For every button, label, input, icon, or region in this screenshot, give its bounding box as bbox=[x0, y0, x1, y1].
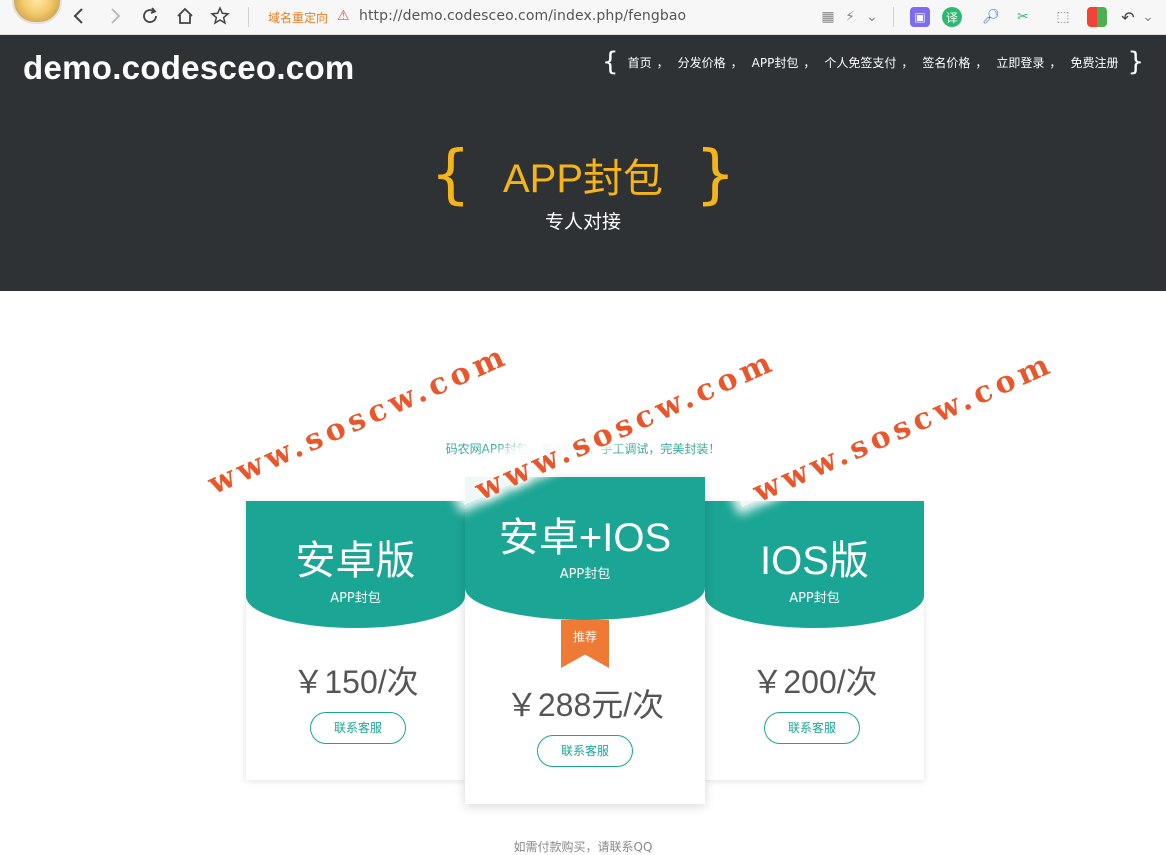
nav-brace-close: } bbox=[1127, 47, 1144, 77]
hero-title: APP封包 bbox=[502, 157, 664, 201]
watermark-backdrop bbox=[730, 370, 989, 508]
footer-contact-text: 如需付款购买，请联系QQ bbox=[513, 840, 653, 854]
translate-icon[interactable]: 译 bbox=[942, 7, 962, 27]
card-subtitle: APP封包 bbox=[330, 591, 381, 606]
contact-support-button[interactable]: 联系客服 bbox=[537, 735, 633, 767]
card-price: ￥200/次 bbox=[751, 664, 878, 700]
watermark-backdrop bbox=[182, 368, 441, 506]
nav-separator: ， bbox=[901, 55, 914, 70]
card-price: ￥150/次 bbox=[292, 664, 419, 700]
nav-item-personal-payment[interactable]: 个人免签支付 bbox=[824, 54, 896, 71]
site-header: demo.codesceo.com { 首页 ， 分发价格 ， APP封包 ， 个人免… bbox=[0, 35, 1166, 291]
hero-title-row: { APP封包 } bbox=[0, 140, 1166, 210]
qr-code-icon[interactable]: ▦ bbox=[818, 7, 838, 27]
nav-separator: ， bbox=[1049, 55, 1062, 70]
screenshot-icon[interactable]: ⬚ bbox=[1053, 7, 1073, 27]
nav-separator: ， bbox=[975, 55, 988, 70]
nav-separator: ， bbox=[656, 55, 669, 70]
toolbar-divider bbox=[248, 7, 249, 27]
card-price: ￥288元/次 bbox=[505, 687, 665, 723]
extension-icon[interactable]: ▣ bbox=[910, 7, 930, 27]
main-nav: { 首页 ， 分发价格 ， APP封包 ， 个人免签支付 ， 签名价格 ， 立即登录 ， 免… bbox=[598, 49, 1148, 75]
star-icon[interactable] bbox=[209, 5, 231, 27]
pricing-card-android-ios: 安卓+IOS APP封包 推荐 ￥288元/次 联系客服 bbox=[465, 477, 705, 804]
browser-toolbar: 域名重定向 ⚠ http://demo.codesceo.com/index.p… bbox=[0, 0, 1166, 35]
insecure-warning-icon[interactable]: ⚠ bbox=[337, 8, 350, 24]
watermark-text: www.soscw.com bbox=[748, 345, 1060, 510]
chevron-down-icon[interactable]: ⌄ bbox=[862, 7, 882, 27]
card-subtitle: APP封包 bbox=[789, 591, 840, 606]
hero-brace-close: } bbox=[695, 138, 736, 212]
forward-icon[interactable] bbox=[104, 5, 126, 27]
pricing-card-android: 安卓版 APP封包 ￥150/次 联系客服 bbox=[246, 501, 465, 780]
nav-separator: ， bbox=[730, 55, 743, 70]
card-title: 安卓+IOS bbox=[498, 516, 672, 560]
nav-item-home[interactable]: 首页 bbox=[628, 54, 652, 71]
nav-item-app-package[interactable]: APP封包 bbox=[752, 54, 799, 71]
nav-item-register[interactable]: 免费注册 bbox=[1070, 54, 1118, 71]
pricing-intro: 码农网APP封包，专人对接，手工调试，完美封装！ bbox=[445, 442, 721, 456]
contact-support-button[interactable]: 联系客服 bbox=[764, 712, 860, 744]
hero-subtitle: 专人对接 bbox=[544, 211, 621, 233]
contact-support-button[interactable]: 联系客服 bbox=[310, 712, 406, 744]
address-bar[interactable]: http://demo.codesceo.com/index.php/fengb… bbox=[359, 8, 686, 24]
search-icon[interactable]: 🔎︎ bbox=[981, 7, 1001, 27]
undo-icon[interactable]: ↶ bbox=[1118, 7, 1138, 27]
home-icon[interactable] bbox=[174, 5, 196, 27]
card-subtitle: APP封包 bbox=[559, 567, 611, 582]
pricing-card-ios: IOS版 APP封包 ￥200/次 联系客服 bbox=[705, 501, 924, 780]
hero-brace-open: { bbox=[430, 138, 471, 212]
site-logo[interactable]: demo.codesceo.com bbox=[23, 49, 355, 87]
card-title: 安卓版 bbox=[295, 539, 416, 583]
nav-item-signing-price[interactable]: 签名价格 bbox=[922, 54, 970, 71]
reload-icon[interactable] bbox=[139, 5, 161, 27]
nav-separator: ， bbox=[803, 55, 816, 70]
apps-icon[interactable] bbox=[1087, 7, 1107, 27]
scissors-icon[interactable]: ✂ bbox=[1013, 7, 1033, 27]
back-icon[interactable] bbox=[68, 5, 90, 27]
card-title: IOS版 bbox=[760, 539, 869, 583]
nav-item-distribution-price[interactable]: 分发价格 bbox=[678, 54, 726, 71]
redirect-label: 域名重定向 bbox=[268, 11, 329, 25]
nav-item-login[interactable]: 立即登录 bbox=[996, 54, 1044, 71]
toolbar-divider bbox=[893, 7, 894, 27]
nav-brace-open: { bbox=[602, 47, 619, 77]
lightning-icon[interactable]: ⚡ bbox=[840, 7, 860, 27]
user-avatar[interactable] bbox=[12, 0, 62, 24]
recommended-badge: 推荐 bbox=[561, 620, 609, 668]
chevron-down-icon[interactable]: ⌄ bbox=[1138, 7, 1158, 27]
